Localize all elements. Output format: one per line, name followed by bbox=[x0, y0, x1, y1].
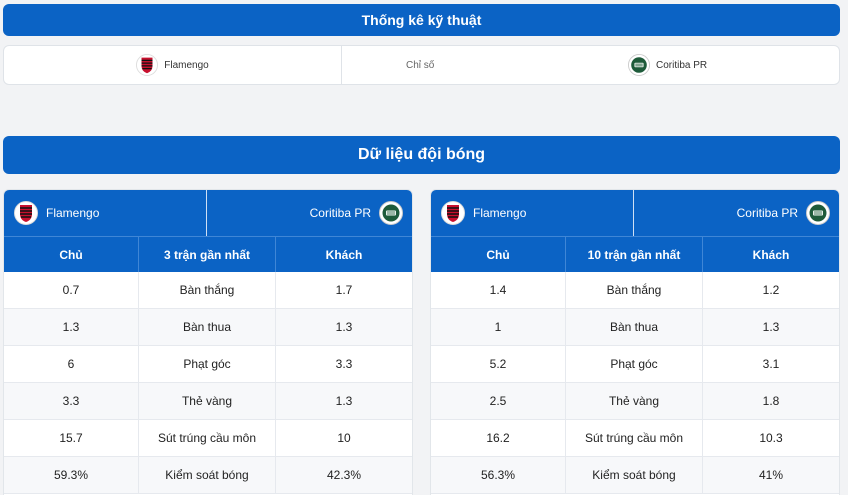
panel-away-name: Coritiba PR bbox=[309, 206, 371, 220]
table-row: 5.2 Phạt góc 3.1 bbox=[431, 346, 839, 383]
away-value: 1.8 bbox=[762, 394, 780, 408]
panel-away-team[interactable]: Coritiba PR bbox=[634, 190, 839, 236]
away-value: 1.3 bbox=[335, 394, 353, 408]
stat-label: Phạt góc bbox=[565, 346, 703, 382]
panel-home-team[interactable]: Flamengo bbox=[431, 190, 634, 236]
home-value: 6 bbox=[67, 357, 75, 371]
panel-home-name: Flamengo bbox=[46, 206, 100, 220]
tech-away-team[interactable]: Coritiba PR bbox=[502, 46, 839, 84]
coritiba-logo-icon bbox=[806, 201, 830, 225]
column-away: Khách bbox=[752, 247, 790, 262]
column-home: Chủ bbox=[486, 247, 510, 262]
away-value: 10 bbox=[337, 431, 351, 445]
home-value: 56.3% bbox=[480, 468, 516, 482]
tech-middle-label: Chỉ số bbox=[406, 59, 435, 71]
coritiba-logo-icon bbox=[379, 201, 403, 225]
panel-away-team[interactable]: Coritiba PR bbox=[207, 190, 412, 236]
home-value: 15.7 bbox=[59, 431, 83, 445]
table-row: 59.3% Kiểm soát bóng 42.3% bbox=[4, 457, 412, 494]
flamengo-logo-icon bbox=[136, 54, 158, 76]
tech-home-team[interactable]: Flamengo bbox=[4, 46, 342, 84]
panel-team-row: Flamengo Coritiba PR bbox=[4, 190, 412, 236]
away-value: 41% bbox=[758, 468, 784, 482]
away-value: 1.3 bbox=[762, 320, 780, 334]
tech-stats-title: Thống kê kỹ thuật bbox=[361, 12, 482, 28]
column-period: 10 trận gần nhất bbox=[565, 237, 703, 272]
home-value: 2.5 bbox=[489, 394, 507, 408]
table-row: 1 Bàn thua 1.3 bbox=[431, 309, 839, 346]
panel-column-headers: Chủ 3 trận gần nhất Khách bbox=[4, 236, 412, 272]
tech-stats-header: Thống kê kỹ thuật bbox=[3, 4, 840, 36]
table-row: 1.3 Bàn thua 1.3 bbox=[4, 309, 412, 346]
away-value: 3.3 bbox=[335, 357, 353, 371]
table-row: 56.3% Kiểm soát bóng 41% bbox=[431, 457, 839, 494]
stats-panel-recent-10: Flamengo Coritiba PR Chủ 10 trận gần nhấ… bbox=[430, 189, 840, 495]
tech-home-name: Flamengo bbox=[164, 59, 209, 71]
away-value: 1.2 bbox=[762, 283, 780, 297]
panel-home-team[interactable]: Flamengo bbox=[4, 190, 207, 236]
home-value: 16.2 bbox=[486, 431, 510, 445]
tech-stat-label: Chỉ số bbox=[342, 46, 502, 84]
team-data-header: Dữ liệu đội bóng bbox=[3, 136, 840, 174]
away-value: 1.3 bbox=[335, 320, 353, 334]
table-row: 6 Phạt góc 3.3 bbox=[4, 346, 412, 383]
tech-away-name: Coritiba PR bbox=[656, 59, 708, 71]
table-row: 1.4 Bàn thắng 1.2 bbox=[431, 272, 839, 309]
away-value: 42.3% bbox=[326, 468, 362, 482]
flamengo-logo-icon bbox=[441, 201, 465, 225]
stat-label: Phạt góc bbox=[138, 346, 276, 382]
tech-stats-row: Flamengo Chỉ số Coritiba PR bbox=[3, 45, 840, 85]
panel-home-name: Flamengo bbox=[473, 206, 527, 220]
stat-label: Thẻ vàng bbox=[565, 383, 703, 419]
home-value: 5.2 bbox=[489, 357, 507, 371]
panel-team-row: Flamengo Coritiba PR bbox=[431, 190, 839, 236]
team-data-title: Dữ liệu đội bóng bbox=[357, 146, 486, 163]
table-row: 15.7 Sút trúng cầu môn 10 bbox=[4, 420, 412, 457]
column-period: 3 trận gần nhất bbox=[138, 237, 276, 272]
stat-label: Bàn thắng bbox=[565, 272, 703, 308]
home-value: 1 bbox=[494, 320, 502, 334]
stat-label: Sút trúng cầu môn bbox=[565, 420, 703, 456]
panel-rows: 1.4 Bàn thắng 1.2 1 Bàn thua 1.3 5.2 Phạt góc… bbox=[431, 272, 839, 494]
table-row: 0.7 Bàn thắng 1.7 bbox=[4, 272, 412, 309]
stat-label: Kiểm soát bóng bbox=[138, 457, 276, 493]
table-row: 16.2 Sút trúng cầu môn 10.3 bbox=[431, 420, 839, 457]
home-value: 1.3 bbox=[62, 320, 80, 334]
table-row: 2.5 Thẻ vàng 1.8 bbox=[431, 383, 839, 420]
panel-column-headers: Chủ 10 trận gần nhất Khách bbox=[431, 236, 839, 272]
away-value: 10.3 bbox=[759, 431, 783, 445]
stat-label: Sút trúng cầu môn bbox=[138, 420, 276, 456]
stat-label: Bàn thua bbox=[565, 309, 703, 345]
stat-label: Kiểm soát bóng bbox=[565, 457, 703, 493]
stat-label: Bàn thắng bbox=[138, 272, 276, 308]
panel-rows: 0.7 Bàn thắng 1.7 1.3 Bàn thua 1.3 6 Phạt góc… bbox=[4, 272, 412, 494]
table-row: 3.3 Thẻ vàng 1.3 bbox=[4, 383, 412, 420]
away-value: 3.1 bbox=[762, 357, 780, 371]
panel-away-name: Coritiba PR bbox=[736, 206, 798, 220]
home-value: 1.4 bbox=[489, 283, 507, 297]
stat-label: Thẻ vàng bbox=[138, 383, 276, 419]
column-home: Chủ bbox=[59, 247, 83, 262]
home-value: 59.3% bbox=[53, 468, 89, 482]
stat-label: Bàn thua bbox=[138, 309, 276, 345]
coritiba-logo-icon bbox=[628, 54, 650, 76]
home-value: 3.3 bbox=[62, 394, 80, 408]
column-away: Khách bbox=[325, 247, 363, 262]
stats-panel-recent-3: Flamengo Coritiba PR Chủ 3 trận gần nhất… bbox=[3, 189, 413, 495]
home-value: 0.7 bbox=[62, 283, 80, 297]
away-value: 1.7 bbox=[335, 283, 353, 297]
flamengo-logo-icon bbox=[14, 201, 38, 225]
